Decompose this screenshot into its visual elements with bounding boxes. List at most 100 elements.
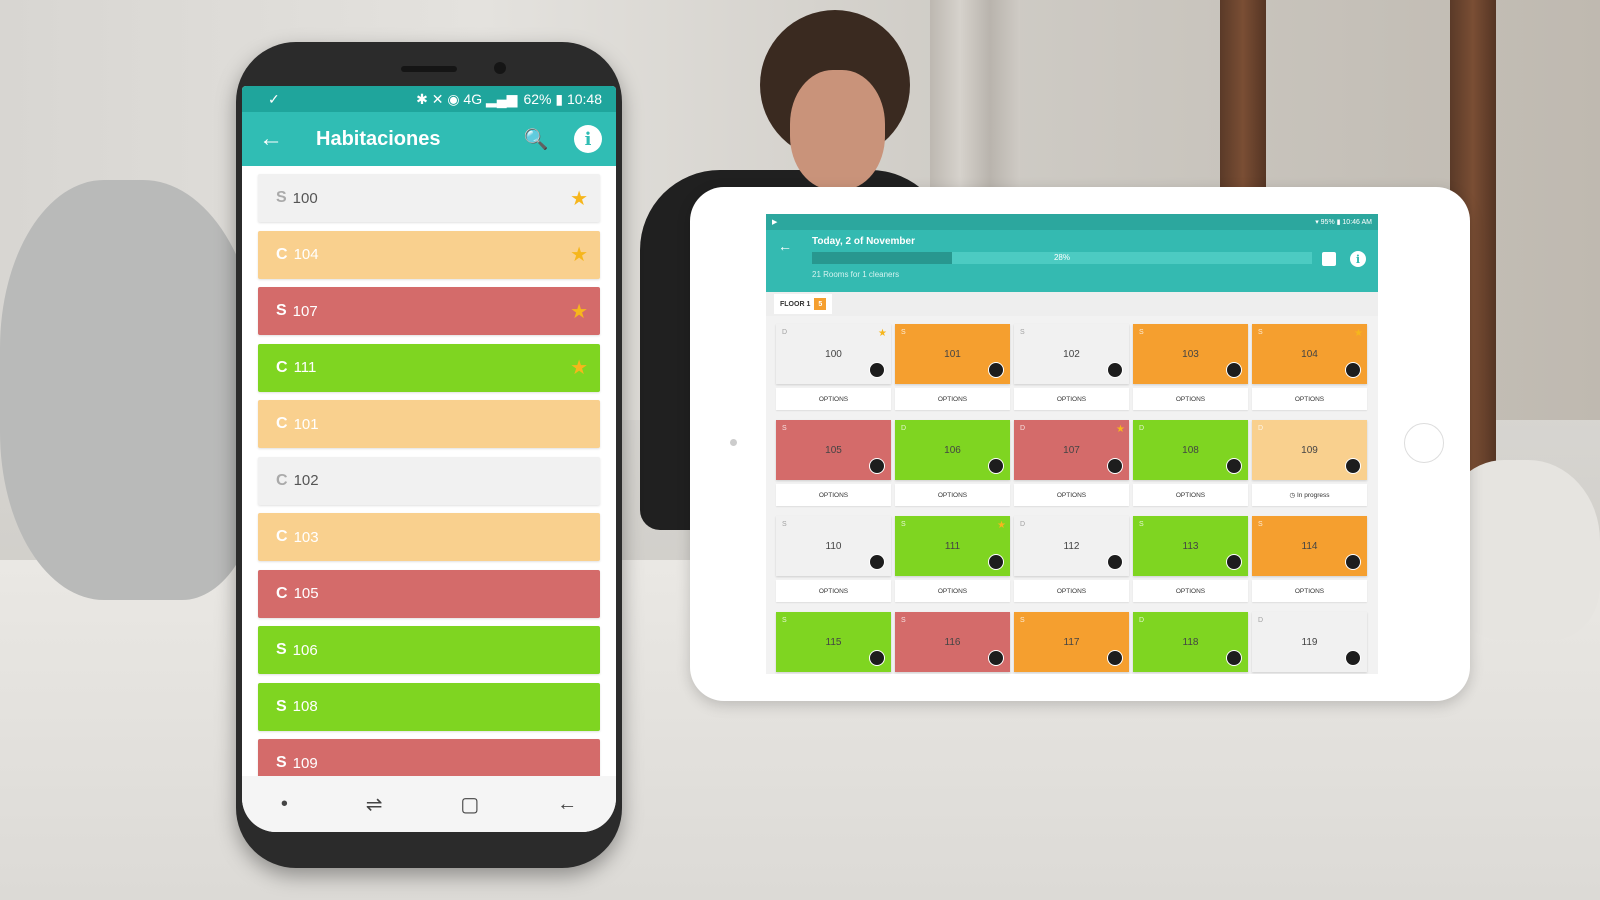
options-button[interactable]: OPTIONS	[895, 388, 1010, 410]
avatar	[1107, 458, 1123, 474]
avatar	[869, 554, 885, 570]
room-row[interactable]: C 104 ★	[258, 230, 600, 279]
room-type: S	[276, 641, 287, 658]
room-cell: D 106 OPTIONS	[895, 420, 1010, 506]
room-card[interactable]: S 102	[1014, 324, 1129, 384]
room-cell: S 113 OPTIONS	[1133, 516, 1248, 602]
options-button[interactable]: OPTIONS	[1133, 484, 1248, 506]
recent-apps-icon[interactable]: ⇌	[366, 792, 383, 817]
room-card[interactable]: S 115	[776, 612, 891, 672]
avatar	[1107, 554, 1123, 570]
options-button[interactable]: OPTIONS	[1252, 580, 1367, 602]
floor-label: FLOOR 1	[780, 300, 811, 308]
options-button[interactable]: OPTIONS	[776, 484, 891, 506]
tablet-home-button[interactable]	[1404, 423, 1444, 463]
options-button[interactable]: OPTIONS	[776, 388, 891, 410]
room-type: C	[276, 528, 288, 545]
options-button[interactable]: OPTIONS	[1133, 388, 1248, 410]
room-card[interactable]: D 106	[895, 420, 1010, 480]
background-person-face	[790, 70, 885, 190]
options-button[interactable]: OPTIONS	[1014, 388, 1129, 410]
star-icon: ★	[1354, 328, 1363, 339]
room-card[interactable]: D 100 ★	[776, 324, 891, 384]
room-card[interactable]: S 110	[776, 516, 891, 576]
search-icon[interactable]: 🔍	[516, 127, 556, 152]
room-row[interactable]: S 109	[258, 739, 600, 776]
room-row[interactable]: S 100 ★	[258, 174, 600, 222]
room-grid: D 100 ★ OPTIONS S 101 OPTIONS S 102 OPTIONS S 103 OP…	[766, 316, 1378, 674]
options-button[interactable]: OPTIONS	[1014, 580, 1129, 602]
floor-badge: 5	[814, 298, 827, 310]
avatar	[1345, 362, 1361, 378]
notification-icon[interactable]	[1322, 252, 1336, 266]
avatar	[1226, 362, 1242, 378]
room-card[interactable]: D 109	[1252, 420, 1367, 480]
room-cell: S 101 OPTIONS	[895, 324, 1010, 410]
room-card[interactable]: D 108	[1133, 420, 1248, 480]
avatar	[988, 362, 1004, 378]
room-number: 101	[293, 415, 319, 433]
phone-screen: ✓ ✱ ✕ ◉ 4G ▂▄▆ 62% ▮ 10:48 ← Habitacione…	[242, 86, 616, 832]
room-card[interactable]: D 112	[1014, 516, 1129, 576]
room-card[interactable]: S 104 ★	[1252, 324, 1367, 384]
avatar	[988, 650, 1004, 666]
room-row[interactable]: C 102	[258, 456, 600, 505]
room-cell: S 110 OPTIONS	[776, 516, 891, 602]
room-row[interactable]: C 105	[258, 569, 600, 618]
options-button[interactable]: OPTIONS	[895, 580, 1010, 602]
room-card[interactable]: S 103	[1133, 324, 1248, 384]
info-icon[interactable]: i	[574, 125, 602, 153]
room-type: S	[276, 189, 287, 206]
room-row[interactable]: C 103	[258, 513, 600, 561]
phone-nav-bar: • ⇌ ▢ ←	[242, 776, 616, 832]
back-icon[interactable]: ←	[557, 793, 577, 816]
phone-speaker	[401, 66, 457, 72]
room-row[interactable]: C 101	[258, 400, 600, 448]
background-pillow	[0, 180, 260, 600]
options-button[interactable]: OPTIONS	[1252, 388, 1367, 410]
room-cell: D 108 OPTIONS	[1133, 420, 1248, 506]
room-card[interactable]: S 116	[895, 612, 1010, 672]
avatar	[1345, 458, 1361, 474]
room-card[interactable]: S 101	[895, 324, 1010, 384]
tab-floor-1[interactable]: FLOOR 1 5	[774, 294, 833, 314]
info-icon[interactable]: i	[1350, 251, 1366, 267]
room-number: 104	[293, 246, 319, 263]
tablet-status-bar: ▶ ▾ 95% ▮ 10:46 AM	[766, 214, 1378, 230]
options-button[interactable]: OPTIONS	[1133, 580, 1248, 602]
star-icon: ★	[1116, 424, 1125, 435]
room-row[interactable]: S 108	[258, 682, 600, 731]
room-card[interactable]: S 113	[1133, 516, 1248, 576]
room-cell: S 117	[1014, 612, 1129, 672]
options-button[interactable]: OPTIONS	[776, 580, 891, 602]
back-arrow-icon[interactable]: ←	[778, 238, 792, 254]
room-card[interactable]: S 111 ★	[895, 516, 1010, 576]
avatar	[1107, 650, 1123, 666]
room-type: C	[276, 358, 288, 376]
back-arrow-icon[interactable]: ←	[242, 125, 300, 153]
room-row[interactable]: C 111 ★	[258, 343, 600, 392]
options-button[interactable]: ◷ In progress	[1252, 484, 1367, 506]
room-card[interactable]: S 117	[1014, 612, 1129, 672]
room-card[interactable]: D 118	[1133, 612, 1248, 672]
options-button[interactable]: OPTIONS	[1014, 484, 1129, 506]
room-type: C	[276, 584, 288, 602]
check-icon: ✓	[268, 90, 280, 107]
star-icon: ★	[570, 300, 588, 323]
room-type: S	[276, 754, 287, 771]
room-card[interactable]: D 119	[1252, 612, 1367, 672]
avatar	[1345, 650, 1361, 666]
avatar	[988, 458, 1004, 474]
star-icon: ★	[570, 187, 588, 210]
room-row[interactable]: S 107 ★	[258, 287, 600, 335]
options-button[interactable]: OPTIONS	[895, 484, 1010, 506]
room-row[interactable]: S 106	[258, 626, 600, 674]
room-card[interactable]: D 107 ★	[1014, 420, 1129, 480]
home-icon[interactable]: ▢	[460, 792, 479, 817]
room-card[interactable]: S 114	[1252, 516, 1367, 576]
room-cell: S 105 OPTIONS	[776, 420, 891, 506]
room-number: 103	[293, 528, 319, 546]
floor-tabs: FLOOR 1 5	[766, 292, 1378, 316]
room-card[interactable]: S 105	[776, 420, 891, 480]
room-number: 100	[292, 189, 318, 207]
